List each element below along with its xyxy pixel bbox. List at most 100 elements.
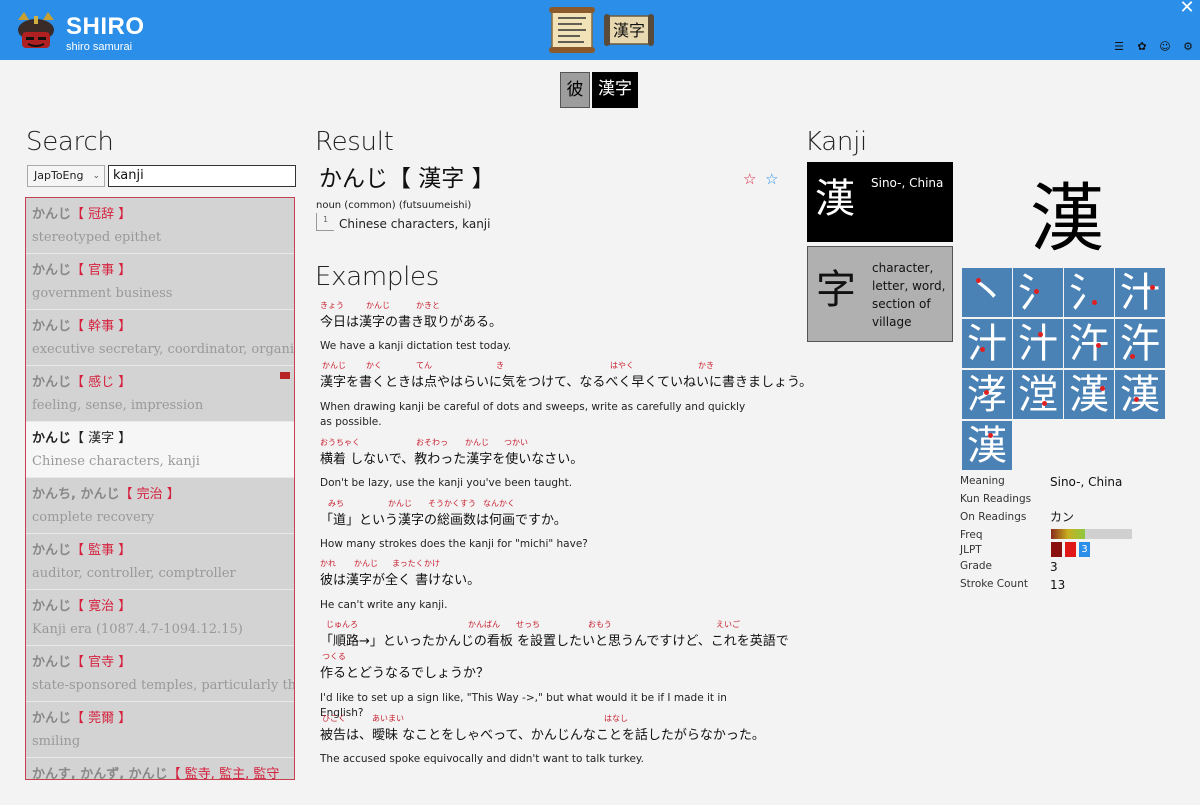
furigana: てん xyxy=(416,361,432,370)
result-gloss: government business xyxy=(32,286,173,301)
example-japanese: 横着 しないで、教わった漢字を使いなさい。 xyxy=(320,452,584,467)
kanji-card-char: 漢 xyxy=(815,176,855,222)
list-item[interactable]: かんじ【 感じ 】 feeling, sense, impression xyxy=(26,366,294,422)
smiley-icon[interactable]: ☺ xyxy=(1158,40,1172,54)
furigana: はなし xyxy=(604,714,628,723)
furigana: かく xyxy=(366,361,382,370)
stroke-frame-glyph: 氵 xyxy=(1069,270,1109,316)
list-item[interactable]: かんじ【 寛治 】 Kanji era (1087.4.7-1094.12.15… xyxy=(26,590,294,646)
list-item[interactable]: かんじ【 監事 】 auditor, controller, comptroll… xyxy=(26,534,294,590)
stroke-frame: 漢 xyxy=(1064,370,1114,419)
result-gloss: complete recovery xyxy=(32,510,155,525)
list-item-selected[interactable]: かんじ【 漢字 】 Chinese characters, kanji xyxy=(26,422,294,478)
gear-icon[interactable]: ⚙ xyxy=(1181,40,1195,54)
furigana: まったく xyxy=(392,559,424,568)
stroke-frame: 漢 xyxy=(1115,370,1165,419)
result-gloss: auditor, controller, comptroller xyxy=(32,566,236,581)
result-gloss: feeling, sense, impression xyxy=(32,398,204,413)
result-reading: かんじ xyxy=(32,375,72,390)
list-icon[interactable]: ☰ xyxy=(1112,40,1126,54)
stroke-count-label: Stroke Count xyxy=(960,578,1028,590)
sense-number: 1 xyxy=(316,213,334,231)
kanji-card-selected[interactable]: 漢 Sino-, China xyxy=(807,162,953,242)
stroke-frame-glyph: 汁 xyxy=(967,321,1007,367)
stroke-frame: 汻 xyxy=(1115,319,1165,368)
grade-label: Grade xyxy=(960,560,993,572)
star-study-icon[interactable]: ☆ xyxy=(765,171,778,187)
furigana: かんじ xyxy=(465,438,489,447)
result-kanji: 【 莞爾 】 xyxy=(71,711,132,726)
stroke-frame-glyph: 漢 xyxy=(1069,372,1109,418)
list-item[interactable]: かんじ【 官事 】 government business xyxy=(26,254,294,310)
kanji-card[interactable]: 字 character, letter, word, section of vi… xyxy=(807,246,953,342)
result-gloss: Chinese characters, kanji xyxy=(32,454,200,469)
example-english: We have a kanji dictation test today. xyxy=(320,340,512,352)
example-japanese: 今日は漢字の書き取りがある。 xyxy=(320,315,503,330)
stroke-frame-glyph: 丶 xyxy=(967,270,1007,316)
toggle-sentence[interactable]: 彼 xyxy=(560,72,590,108)
stroke-start-dot xyxy=(1034,289,1039,294)
example-english: The accused spoke equivocally and didn't… xyxy=(320,753,644,765)
jlpt-level-box xyxy=(1051,542,1062,557)
stroke-frame: 漢 xyxy=(962,421,1012,470)
furigana: あいまい xyxy=(372,714,404,723)
list-item[interactable]: かんち, かんじ【 完治 】 complete recovery xyxy=(26,478,294,534)
furigana: かきと xyxy=(416,301,440,310)
list-item[interactable]: かんじ【 官寺 】 state-sponsored temples, parti… xyxy=(26,646,294,702)
example-japanese: 「道」という漢字の総画数は何画ですか。 xyxy=(320,513,567,528)
furigana: じゅんろ xyxy=(326,620,358,629)
furigana: き xyxy=(496,361,504,370)
stroke-frame: 丶 xyxy=(962,268,1012,317)
furigana: かけ xyxy=(424,559,440,568)
sense-gloss: Chinese characters, kanji xyxy=(339,217,491,231)
list-item[interactable]: かんじ【 冠辞 】 stereotyped epithet xyxy=(26,198,294,254)
jlpt-level-value: 3 xyxy=(1079,542,1090,557)
result-kanji: 【 官事 】 xyxy=(71,263,132,278)
stroke-frame: 漟 xyxy=(1013,370,1063,419)
result-kanji: 【 感じ 】 xyxy=(71,375,132,390)
freq-bar xyxy=(1051,529,1132,539)
stroke-start-dot xyxy=(980,347,985,352)
app-title: SHIRO xyxy=(66,13,145,40)
jlpt-level-box xyxy=(1065,542,1076,557)
list-item[interactable]: かんす, かんず, かんじ【 監寺, 監主, 監守 xyxy=(26,758,294,779)
close-button[interactable]: ✕ xyxy=(1176,0,1198,18)
furigana: つくる xyxy=(322,652,346,661)
scroll-kanji-icon[interactable]: 漢字 xyxy=(603,4,655,56)
result-reading: かんじ xyxy=(32,543,72,558)
result-kanji: 【 冠辞 】 xyxy=(71,207,132,222)
furigana: かんじ xyxy=(322,361,346,370)
furigana: かんじ xyxy=(354,559,378,568)
furigana: つかい xyxy=(504,438,528,447)
app-header: SHIRO shiro samurai 漢字 ✕ ☰ ✿ ☺ ⚙ xyxy=(0,0,1200,60)
furigana: なんかく xyxy=(483,499,515,508)
stroke-count-value: 13 xyxy=(1050,578,1066,592)
chevron-down-icon: ⌄ xyxy=(92,171,100,181)
scroll-sentences-icon[interactable] xyxy=(546,4,598,56)
furigana: えいご xyxy=(716,620,740,629)
result-gloss: smiling xyxy=(32,734,81,749)
stroke-frame: 汁 xyxy=(1115,268,1165,317)
furigana: みち xyxy=(328,499,344,508)
stroke-frame-glyph: 漢 xyxy=(1120,372,1160,418)
stroke-start-dot xyxy=(1092,300,1097,305)
star-favorite-icon[interactable]: ☆ xyxy=(743,171,756,187)
list-item[interactable]: かんじ【 莞爾 】 smiling xyxy=(26,702,294,758)
stroke-order-grid: 丶氵氵汁汁汁汻汻涍漟漢漢漢 xyxy=(962,268,1166,472)
kanji-card-meaning: Sino-, China xyxy=(871,176,944,190)
stroke-frame-glyph: 汁 xyxy=(1120,270,1160,316)
list-item[interactable]: かんじ【 幹事 】 executive secretary, coordinat… xyxy=(26,310,294,366)
stroke-start-dot xyxy=(984,390,989,395)
toggle-kanji[interactable]: 漢字 xyxy=(592,72,638,108)
example-english: Don't be lazy, use the kanji you've been… xyxy=(320,477,573,489)
stroke-start-dot xyxy=(1134,397,1139,402)
result-reading: かんち, かんじ xyxy=(32,487,120,502)
search-input[interactable]: kanji xyxy=(108,165,296,187)
app-subtitle: shiro samurai xyxy=(66,41,133,53)
search-results-list[interactable]: かんじ【 冠辞 】 stereotyped epithet かんじ【 官事 】 … xyxy=(25,197,295,780)
furigana: おもう xyxy=(588,620,612,629)
search-mode-select[interactable]: JapToEng ⌄ xyxy=(27,165,105,187)
freq-bar-fill xyxy=(1051,529,1086,539)
result-kanji: 【 監事 】 xyxy=(71,543,132,558)
palette-icon[interactable]: ✿ xyxy=(1135,40,1149,54)
